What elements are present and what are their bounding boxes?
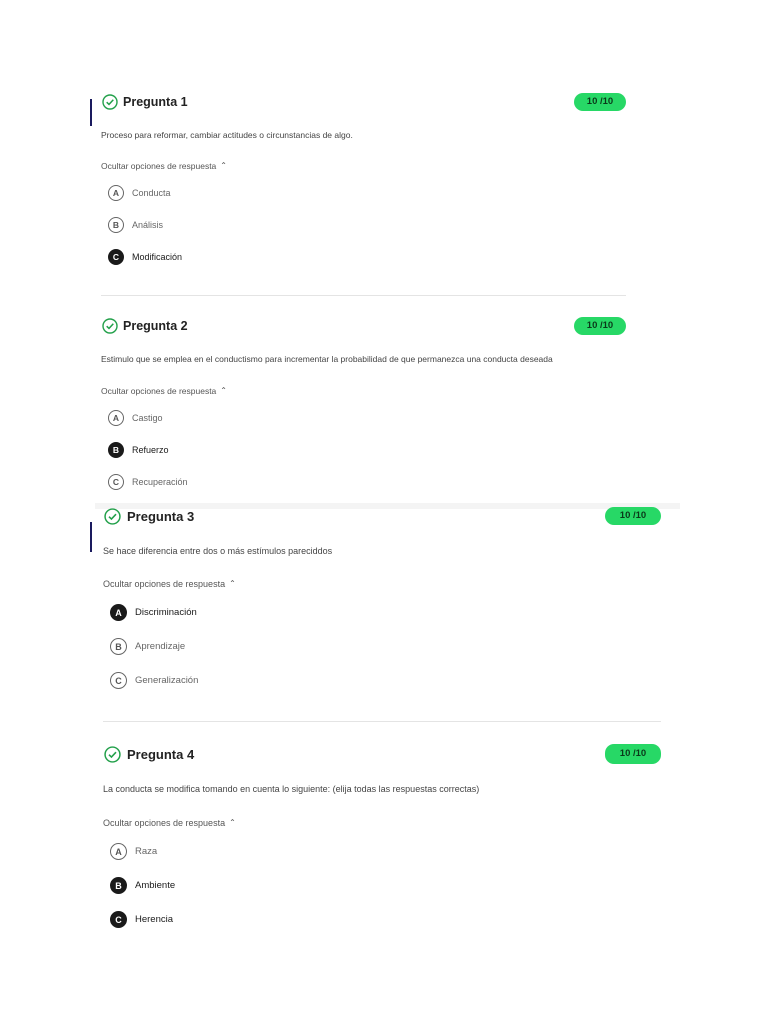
answer-option-c[interactable]: C Herencia	[110, 911, 173, 928]
chevron-up-icon: ⌃	[229, 579, 236, 588]
answer-option-c[interactable]: C Generalización	[110, 672, 198, 689]
answer-option-a[interactable]: A Conducta	[108, 185, 171, 201]
answer-option-c[interactable]: C Recuperación	[108, 474, 188, 490]
check-circle-icon	[104, 508, 121, 525]
question-divider	[103, 721, 661, 722]
answer-option-a[interactable]: A Castigo	[108, 410, 163, 426]
option-letter-circle: A	[108, 410, 124, 426]
question-text: La conducta se modifica tomando en cuent…	[103, 784, 480, 794]
check-circle-icon	[104, 746, 121, 763]
question-text: Se hace diferencia entre dos o más estím…	[103, 546, 333, 556]
question-3-accent-bar	[90, 522, 92, 552]
hide-options-toggle[interactable]: Ocultar opciones de respuesta ⌃	[103, 579, 236, 589]
question-title: Pregunta 1	[123, 95, 188, 109]
option-label: Refuerzo	[132, 445, 169, 455]
check-circle-icon	[102, 318, 118, 334]
score-badge: 10 /10	[574, 317, 626, 335]
hide-options-toggle[interactable]: Ocultar opciones de respuesta ⌃	[101, 161, 227, 171]
option-letter-circle: B	[110, 638, 127, 655]
option-letter-circle-selected: B	[108, 442, 124, 458]
toggle-label: Ocultar opciones de respuesta	[101, 386, 217, 396]
question-1-accent-bar	[90, 99, 92, 126]
score-badge: 10 /10	[605, 507, 661, 525]
question-title: Pregunta 2	[123, 319, 188, 333]
chevron-up-icon: ⌃	[229, 818, 236, 827]
option-letter-circle-selected: A	[110, 604, 127, 621]
chevron-up-icon: ⌃	[220, 161, 227, 170]
option-label: Recuperación	[132, 477, 188, 487]
answer-option-c[interactable]: C Modificación	[108, 249, 182, 265]
answer-option-a[interactable]: A Raza	[110, 843, 157, 860]
toggle-label: Ocultar opciones de respuesta	[103, 579, 226, 589]
toggle-label: Ocultar opciones de respuesta	[103, 818, 226, 828]
option-label: Raza	[135, 846, 158, 857]
answer-option-b[interactable]: B Análisis	[108, 217, 163, 233]
option-label: Aprendizaje	[135, 641, 186, 652]
option-letter-circle: B	[108, 217, 124, 233]
chevron-up-icon: ⌃	[220, 386, 227, 395]
score-badge: 10 /10	[605, 744, 661, 764]
question-divider	[101, 295, 626, 296]
answer-option-b[interactable]: B Ambiente	[110, 877, 175, 894]
option-label: Castigo	[132, 413, 163, 423]
answer-option-a[interactable]: A Discriminación	[110, 604, 197, 621]
toggle-label: Ocultar opciones de respuesta	[101, 161, 217, 171]
option-letter-circle: A	[110, 843, 127, 860]
hide-options-toggle[interactable]: Ocultar opciones de respuesta ⌃	[103, 818, 236, 828]
option-letter-circle: C	[108, 474, 124, 490]
question-text: Proceso para reformar, cambiar actitudes…	[101, 130, 353, 140]
question-title: Pregunta 3	[127, 509, 195, 524]
option-label: Modificación	[132, 252, 183, 262]
option-letter-circle: C	[110, 672, 127, 689]
option-letter-circle-selected: B	[110, 877, 127, 894]
option-label: Conducta	[132, 188, 171, 198]
option-letter-circle-selected: C	[108, 249, 124, 265]
answer-option-b[interactable]: B Refuerzo	[108, 442, 169, 458]
option-label: Discriminación	[135, 607, 197, 618]
option-label: Análisis	[132, 220, 164, 230]
hide-options-toggle[interactable]: Ocultar opciones de respuesta ⌃	[101, 386, 227, 396]
option-label: Ambiente	[135, 880, 176, 891]
score-badge: 10 /10	[574, 93, 626, 111]
question-title: Pregunta 4	[127, 747, 195, 762]
question-text: Estimulo que se emplea en el conductismo…	[101, 354, 553, 364]
option-label: Generalización	[135, 675, 199, 686]
answer-option-b[interactable]: B Aprendizaje	[110, 638, 185, 655]
option-letter-circle: A	[108, 185, 124, 201]
option-label: Herencia	[135, 914, 174, 925]
check-circle-icon	[102, 94, 118, 110]
option-letter-circle-selected: C	[110, 911, 127, 928]
